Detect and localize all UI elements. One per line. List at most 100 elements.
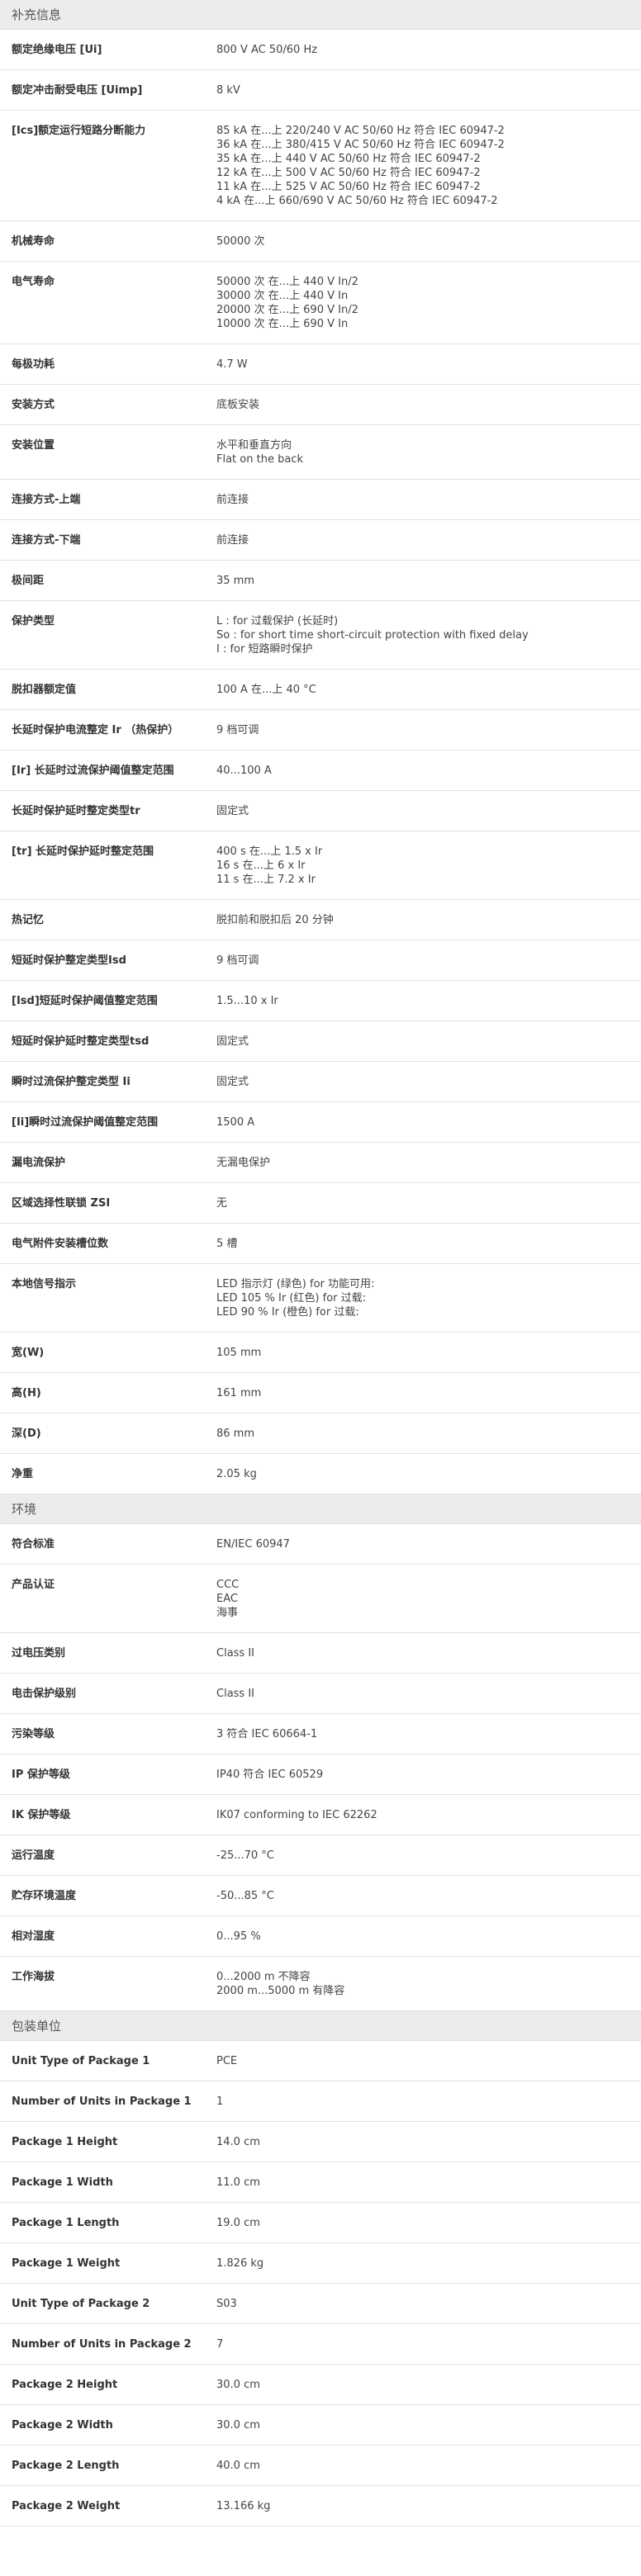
spec-value-line: -25...70 °C [216,1849,274,1862]
spec-value-line: 35 kA 在...上 440 V AC 50/60 Hz 符合 IEC 609… [216,153,481,165]
spec-value: L : for 过载保护 (长延时) So : for short time sh… [216,614,641,656]
spec-value-line: 11 s 在...上 7.2 x Ir [216,874,316,886]
spec-value: 7 [216,2337,641,2351]
spec-value-line: 固定式 [216,805,249,817]
spec-value-line: 10000 次 在...上 690 V In [216,318,349,330]
spec-row: Package 1 Weight 1.826 kg [0,2243,641,2284]
spec-value: 40...100 A [216,764,641,778]
spec-row: 污染等级 3 符合 IEC 60664-1 [0,1714,641,1754]
spec-value: 4.7 W [216,358,641,372]
spec-value-line: IP40 符合 IEC 60529 [216,1769,324,1781]
spec-value: 100 A 在...上 40 °C [216,683,641,697]
spec-row: 漏电流保护 无漏电保护 [0,1143,641,1183]
spec-label: [Ii]瞬时过流保护阈值整定范围 [12,1116,159,1129]
spec-label: Package 2 Width [12,2419,113,2432]
spec-label: Unit Type of Package 1 [12,2055,150,2067]
spec-value-line: 50000 次 [216,235,265,248]
spec-label: 运行温度 [12,1849,55,1862]
spec-row: 极间距 35 mm [0,561,641,601]
spec-row: 热记忆 脱扣前和脱扣后 20 分钟 [0,900,641,940]
spec-value: 13.166 kg [216,2499,641,2513]
spec-value-line: CCC [216,1579,240,1591]
spec-row: 脱扣器额定值 100 A 在...上 40 °C [0,670,641,710]
spec-row: 连接方式-上端 前连接 [0,480,641,520]
spec-row: [tr] 长延时保护延时整定范围 400 s 在...上 1.5 x Ir 16 s… [0,831,641,900]
spec-value-line: 16 s 在...上 6 x Ir [216,859,306,872]
spec-value-line: Class II [216,1647,255,1660]
spec-row: 安装方式 底板安装 [0,385,641,425]
spec-value-line: S03 [216,2298,237,2310]
spec-value-line: 14.0 cm [216,2136,260,2148]
spec-row: Package 2 Height 30.0 cm [0,2365,641,2405]
spec-row: 机械寿命 50000 次 [0,221,641,262]
spec-value-line: 8 kV [216,84,240,97]
spec-value-line: So : for short time short-circuit protec… [216,629,529,642]
spec-value: PCE [216,2054,641,2068]
spec-label: 极间距 [12,575,45,587]
spec-value: 8 kV [216,83,641,97]
spec-label: 净重 [12,1468,34,1480]
spec-label: Package 2 Weight [12,2500,121,2512]
spec-value: 800 V AC 50/60 Hz [216,43,641,57]
spec-value-line: 1.826 kg [216,2257,264,2270]
spec-value-line: 4.7 W [216,358,248,371]
spec-value: 35 mm [216,574,641,588]
spec-row: 电击保护级别 Class II [0,1674,641,1714]
spec-label: 本地信号指示 [12,1278,77,1290]
spec-value: 0...2000 m 不降容 2000 m...5000 m 有降容 [216,1970,641,1998]
spec-value-line: 2000 m...5000 m 有降容 [216,1985,345,1997]
spec-row: Package 1 Length 19.0 cm [0,2203,641,2243]
spec-row: 瞬时过流保护整定类型 Ii 固定式 [0,1062,641,1102]
spec-value: 0...95 % [216,1930,641,1944]
spec-value: 前连接 [216,493,641,507]
spec-value: 固定式 [216,1075,641,1089]
spec-label: 区域选择性联锁 ZSI [12,1197,111,1210]
spec-row: Number of Units in Package 1 1 [0,2081,641,2122]
spec-value: 脱扣前和脱扣后 20 分钟 [216,913,641,927]
spec-row: 保护类型 L : for 过载保护 (长延时) So : for short tim… [0,601,641,670]
spec-row: 每极功耗 4.7 W [0,344,641,385]
spec-label: 热记忆 [12,914,45,926]
spec-value: 1.5...10 x Ir [216,994,641,1008]
spec-row: 长延时保护延时整定类型tr 固定式 [0,791,641,831]
spec-label: Number of Units in Package 2 [12,2338,192,2351]
spec-label: 漏电流保护 [12,1157,66,1169]
spec-row: [Ii]瞬时过流保护阈值整定范围 1500 A [0,1102,641,1143]
spec-value-line: 13.166 kg [216,2500,271,2512]
spec-value-line: 水平和垂直方向 [216,439,292,452]
spec-label: [Ics]额定运行短路分断能力 [12,125,146,137]
spec-value-line: 50000 次 在...上 440 V In/2 [216,276,358,288]
spec-value: -25...70 °C [216,1849,641,1863]
spec-value: IK07 conforming to IEC 62262 [216,1808,641,1822]
spec-value-line: 40...100 A [216,765,272,777]
spec-value-line: 前连接 [216,494,249,506]
spec-value: 底板安装 [216,398,641,412]
spec-row: 产品认证 CCC EAC 海事 [0,1565,641,1633]
spec-value-line: 1500 A [216,1116,255,1129]
spec-row: IK 保护等级 IK07 conforming to IEC 62262 [0,1795,641,1835]
spec-value-line: 85 kA 在...上 220/240 V AC 50/60 Hz 符合 IEC… [216,125,505,137]
spec-value: 2.05 kg [216,1467,641,1481]
spec-value: 5 槽 [216,1237,641,1251]
spec-value: -50...85 °C [216,1889,641,1903]
spec-row: 贮存环境温度 -50...85 °C [0,1876,641,1916]
spec-label: 安装方式 [12,399,55,411]
spec-value: 9 档可调 [216,954,641,968]
spec-label: 产品认证 [12,1579,55,1591]
spec-value: 86 mm [216,1427,641,1441]
section-header: 包装单位 [0,2011,641,2041]
spec-label: 污染等级 [12,1728,55,1740]
section-header: 补充信息 [0,0,641,30]
spec-value: IP40 符合 IEC 60529 [216,1768,641,1782]
spec-row: [Ir] 长延时过流保护阈值整定范围 40...100 A [0,751,641,791]
spec-value-line: 2.05 kg [216,1468,257,1480]
spec-value-line: 86 mm [216,1428,255,1440]
spec-value: 85 kA 在...上 220/240 V AC 50/60 Hz 符合 IEC… [216,124,641,208]
section-header: 环境 [0,1494,641,1524]
spec-value-line: 固定式 [216,1076,249,1088]
spec-value-line: 9 档可调 [216,954,259,967]
spec-label: 长延时保护延时整定类型tr [12,805,140,817]
spec-label: IK 保护等级 [12,1809,71,1821]
spec-label: 深(D) [12,1428,41,1440]
spec-value-line: 30000 次 在...上 440 V In [216,290,349,302]
